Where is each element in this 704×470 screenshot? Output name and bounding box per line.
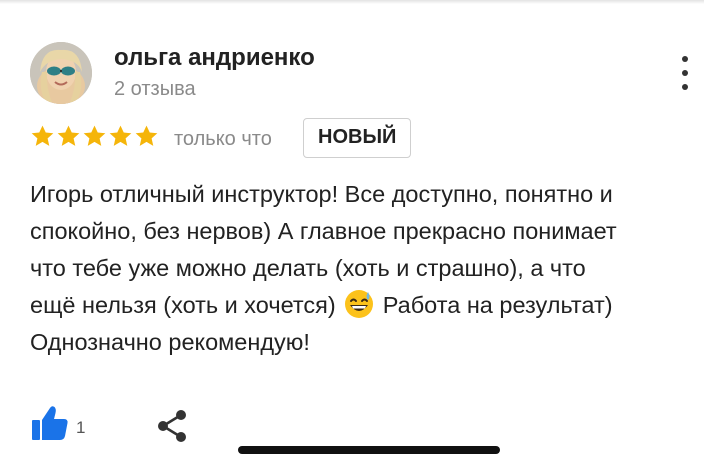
more-vertical-icon-dot [682,70,688,76]
author-name[interactable]: ольга андриенко [114,44,315,72]
review-text: Игорь отличный инструктор! Все доступно,… [30,176,704,361]
like-count: 1 [76,418,86,437]
star-icon [109,125,132,146]
new-badge: НОВЫЙ [303,118,412,158]
more-vertical-icon-dot [682,84,688,90]
author-review-count: 2 отзыва [114,78,196,100]
more-vertical-icon [682,56,688,62]
like-button[interactable] [30,404,70,442]
share-icon [158,410,186,442]
home-indicator[interactable] [238,446,500,454]
review-text-segment: Работа на результат) [382,292,613,318]
star-icon [57,125,80,146]
star-icon [83,125,106,146]
review-text-segment: ещё нельзя (хоть и хочется) [30,292,336,318]
review-text-line: что тебе уже можно делать (хоть и страшн… [30,255,586,281]
grinning-sweat-emoji-icon [345,290,374,318]
star-icon [31,125,54,146]
review-time: только что [174,128,272,150]
review-text-line: Игорь отличный инструктор! Все доступно,… [30,181,613,207]
share-button[interactable] [155,408,189,444]
star-icon [135,125,158,146]
avatar[interactable] [30,42,92,104]
top-divider [0,0,704,4]
thumbs-up-icon [32,406,68,440]
review-text-line: Однозначно рекомендую! [30,329,310,355]
review-text-line: спокойно, без нервов) А главное прекрасн… [30,218,617,244]
rating-stars [30,124,159,149]
review-text-line-with-emoji: ещё нельзя (хоть и хочется) Работа на ре… [30,287,704,324]
more-options-button[interactable] [672,56,698,90]
